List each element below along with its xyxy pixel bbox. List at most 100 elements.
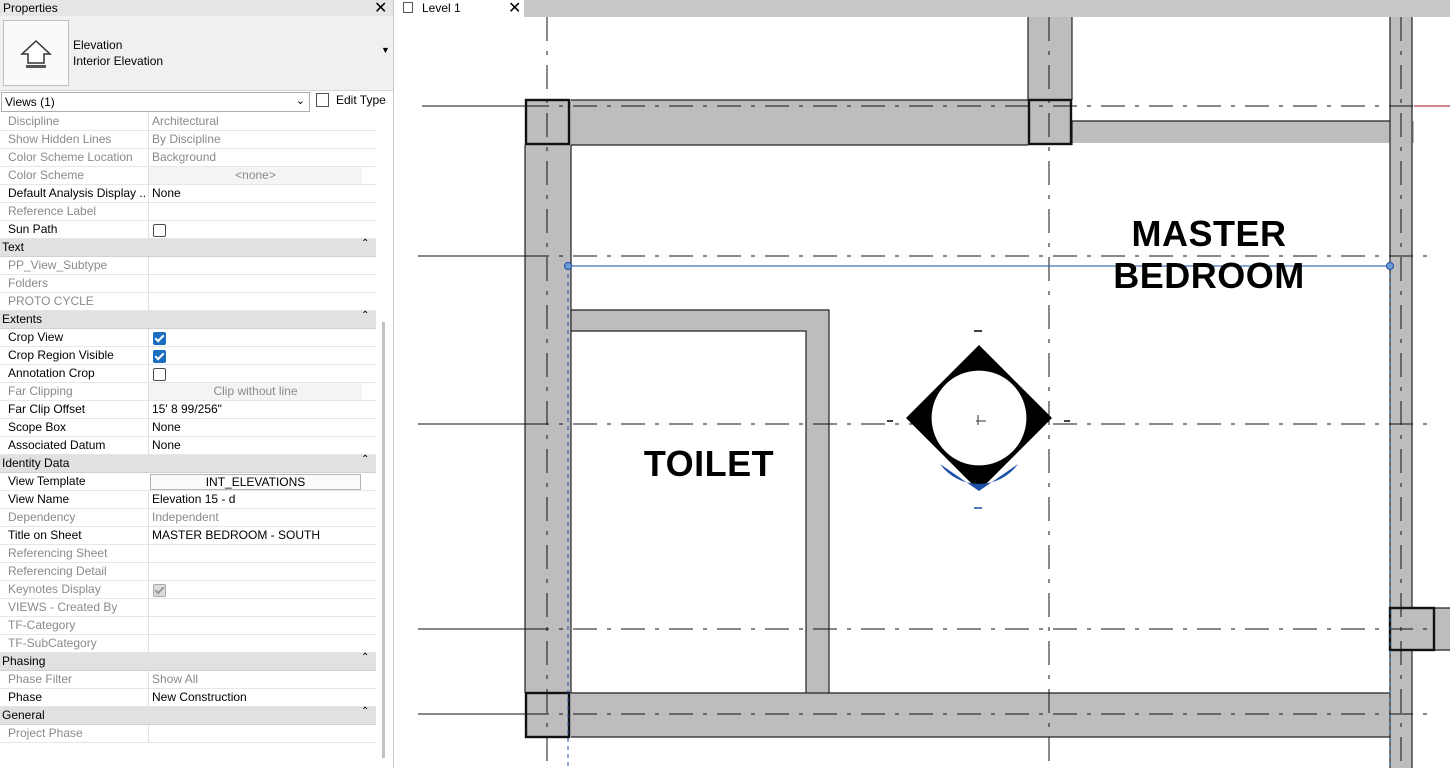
property-value[interactable]: None [148, 437, 362, 454]
property-value[interactable]: None [148, 419, 362, 436]
property-value-text: None [152, 420, 181, 434]
wall-toilet-top [571, 310, 829, 331]
properties-scrollbar[interactable] [382, 322, 385, 758]
property-value-text: INT_ELEVATIONS [205, 475, 306, 489]
property-value[interactable] [148, 329, 362, 346]
type-family: Elevation [73, 38, 123, 52]
property-value: Independent [148, 509, 362, 526]
property-value[interactable] [148, 365, 362, 382]
property-name: Reference Label [8, 204, 97, 218]
property-row: View Template INT_ELEVATIONS [0, 473, 376, 491]
section-header[interactable]: Phasing ⌃ [0, 652, 376, 671]
property-name: Phase [8, 690, 43, 704]
crop-region[interactable] [564, 262, 1394, 768]
property-value: Clip without line [148, 383, 362, 400]
checkbox[interactable] [153, 332, 166, 345]
type-name: Interior Elevation [73, 54, 164, 68]
property-row: Far Clipping Clip without line [0, 383, 376, 401]
room-label-toilet[interactable]: TOILET [626, 443, 792, 485]
property-name: Color Scheme Location [8, 150, 133, 164]
collapse-icon[interactable]: ⌃ [361, 238, 369, 249]
section-title: Text [2, 240, 25, 254]
property-name: Default Analysis Display ... [8, 186, 146, 200]
tab-level-1[interactable]: Level 1 ✕ [396, 0, 524, 17]
property-name: Sun Path [8, 222, 58, 236]
property-value[interactable]: None [148, 185, 362, 202]
checkbox[interactable] [153, 224, 166, 237]
floor-plan-icon [403, 2, 413, 13]
property-value[interactable]: 15' 8 99/256" [148, 401, 362, 418]
property-name: TF-Category [8, 618, 76, 632]
instance-filter-dropdown[interactable]: Views (1) ⌄ [1, 92, 310, 112]
drawing-canvas[interactable]: MASTER BEDROOM TOILET [396, 17, 1450, 768]
property-value: Architectural [148, 113, 362, 130]
property-value[interactable] [148, 347, 362, 364]
property-value[interactable]: MASTER BEDROOM - SOUTH [148, 527, 362, 544]
checkbox[interactable] [153, 350, 166, 363]
property-name: Title on Sheet [8, 528, 82, 542]
property-value-text: New Construction [152, 690, 247, 704]
property-value-text: Background [152, 150, 217, 164]
property-name: Referencing Sheet [8, 546, 108, 560]
property-value[interactable]: Elevation 15 - d [148, 491, 362, 508]
section-title: General [2, 708, 45, 722]
property-row: PP_View_Subtype [0, 257, 376, 275]
property-row: Annotation Crop [0, 365, 376, 383]
property-row: Phase Filter Show All [0, 671, 376, 689]
property-name: Project Phase [8, 726, 83, 740]
room-label-master-bedroom[interactable]: MASTER BEDROOM [1096, 213, 1322, 297]
property-value[interactable] [148, 221, 362, 238]
section-title: Phasing [2, 654, 46, 668]
collapse-icon[interactable]: ⌃ [361, 454, 369, 465]
property-row: Color Scheme Location Background [0, 149, 376, 167]
property-name: Far Clip Offset [8, 402, 86, 416]
property-value: <none> [148, 167, 362, 184]
property-row: PROTO CYCLE [0, 293, 376, 311]
property-row: Phase New Construction [0, 689, 376, 707]
property-grid: Discipline Architectural Show Hidden Lines… [0, 113, 376, 743]
property-value[interactable]: New Construction [148, 689, 362, 706]
property-value-text: None [152, 438, 181, 452]
property-row: Reference Label [0, 203, 376, 221]
section-header[interactable]: Extents ⌃ [0, 310, 376, 329]
property-name: VIEWS - Created By [8, 600, 118, 614]
property-value-text: Architectural [152, 114, 219, 128]
close-tab-icon[interactable]: ✕ [508, 0, 521, 18]
wall-left [525, 100, 571, 737]
property-name: Color Scheme [8, 168, 85, 182]
property-value-text: Clip without line [213, 384, 298, 398]
property-name: PP_View_Subtype [8, 258, 108, 272]
property-value [148, 563, 362, 580]
property-row: Color Scheme <none> [0, 167, 376, 185]
collapse-icon[interactable]: ⌃ [361, 652, 369, 663]
property-row: View Name Elevation 15 - d [0, 491, 376, 509]
property-name: Referencing Detail [8, 564, 107, 578]
collapse-icon[interactable]: ⌃ [361, 706, 369, 717]
interior-elevation-marker[interactable] [887, 330, 1070, 509]
property-name: Scope Box [8, 420, 67, 434]
property-row: Scope Box None [0, 419, 376, 437]
edit-type-label: Edit Type [336, 93, 386, 107]
property-row: Far Clip Offset 15' 8 99/256" [0, 401, 376, 419]
checkbox[interactable] [153, 368, 166, 381]
collapse-icon[interactable]: ⌃ [361, 310, 369, 321]
type-selector[interactable]: Elevation Interior Elevation ▼ [0, 16, 393, 91]
property-name: Keynotes Display [8, 582, 101, 596]
section-header[interactable]: Identity Data ⌃ [0, 454, 376, 473]
property-value: Show All [148, 671, 362, 688]
property-value [148, 203, 362, 220]
property-row: TF-Category [0, 617, 376, 635]
property-row: Title on Sheet MASTER BEDROOM - SOUTH [0, 527, 376, 545]
edit-type-button[interactable]: Edit Type [314, 91, 388, 110]
property-name: View Template [8, 474, 86, 488]
section-header[interactable]: Text ⌃ [0, 238, 376, 257]
property-value [148, 617, 362, 634]
properties-title-bar: Properties ✕ [0, 0, 393, 17]
wall-top [525, 100, 1072, 145]
section-title: Identity Data [2, 456, 70, 470]
property-name: Annotation Crop [8, 366, 95, 380]
section-header[interactable]: General ⌃ [0, 706, 376, 725]
view-template-button[interactable]: INT_ELEVATIONS [150, 474, 361, 490]
dropdown-arrow-icon[interactable]: ▼ [381, 45, 390, 55]
property-value [148, 725, 362, 742]
